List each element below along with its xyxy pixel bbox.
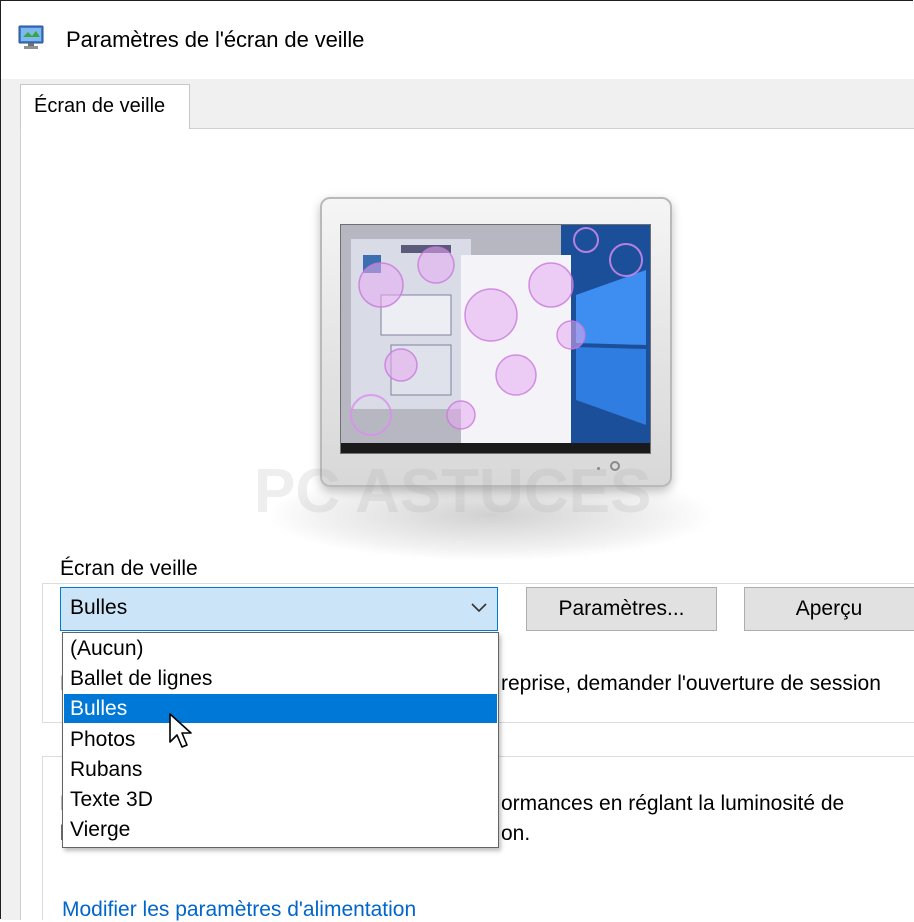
preview-button-label: Aperçu: [795, 597, 863, 620]
option-bulles[interactable]: Bulles: [64, 694, 497, 723]
monitor-sensor: [597, 467, 600, 470]
option-texte-3d[interactable]: Texte 3D: [64, 785, 497, 814]
tab-screensaver-label: Écran de veille: [34, 95, 166, 117]
option-rubans[interactable]: Rubans: [64, 755, 497, 784]
power-settings-link[interactable]: Modifier les paramètres d'alimentation: [62, 898, 416, 922]
screensaver-settings-icon: [18, 25, 44, 49]
power-description-line-1: ormances en réglant la luminosité de: [501, 792, 845, 815]
option-photos[interactable]: Photos: [64, 725, 497, 754]
screensaver-dropdown-list: (Aucun) Ballet de lignes Bulles Photos R…: [62, 632, 499, 848]
power-description-line-2: on.: [501, 822, 531, 845]
resume-checkbox-label[interactable]: reprise, demander l'ouverture de session: [501, 672, 881, 696]
preview-screen: [340, 224, 651, 454]
option-ballet-de-lignes[interactable]: Ballet de lignes: [64, 664, 497, 693]
option-vierge[interactable]: Vierge: [64, 815, 497, 844]
screensaver-dropdown-value: Bulles: [70, 596, 128, 619]
mouse-cursor-icon: [169, 713, 192, 748]
window-title: Paramètres de l'écran de veille: [66, 27, 365, 52]
monitor-power-led: [610, 461, 620, 471]
screensaver-group-label: Écran de veille: [56, 557, 202, 581]
bubbles-preview-image: [341, 225, 650, 453]
option-none[interactable]: (Aucun): [64, 634, 497, 663]
chevron-down-icon[interactable]: [470, 600, 488, 614]
settings-button-label: Paramètres...: [558, 597, 685, 620]
